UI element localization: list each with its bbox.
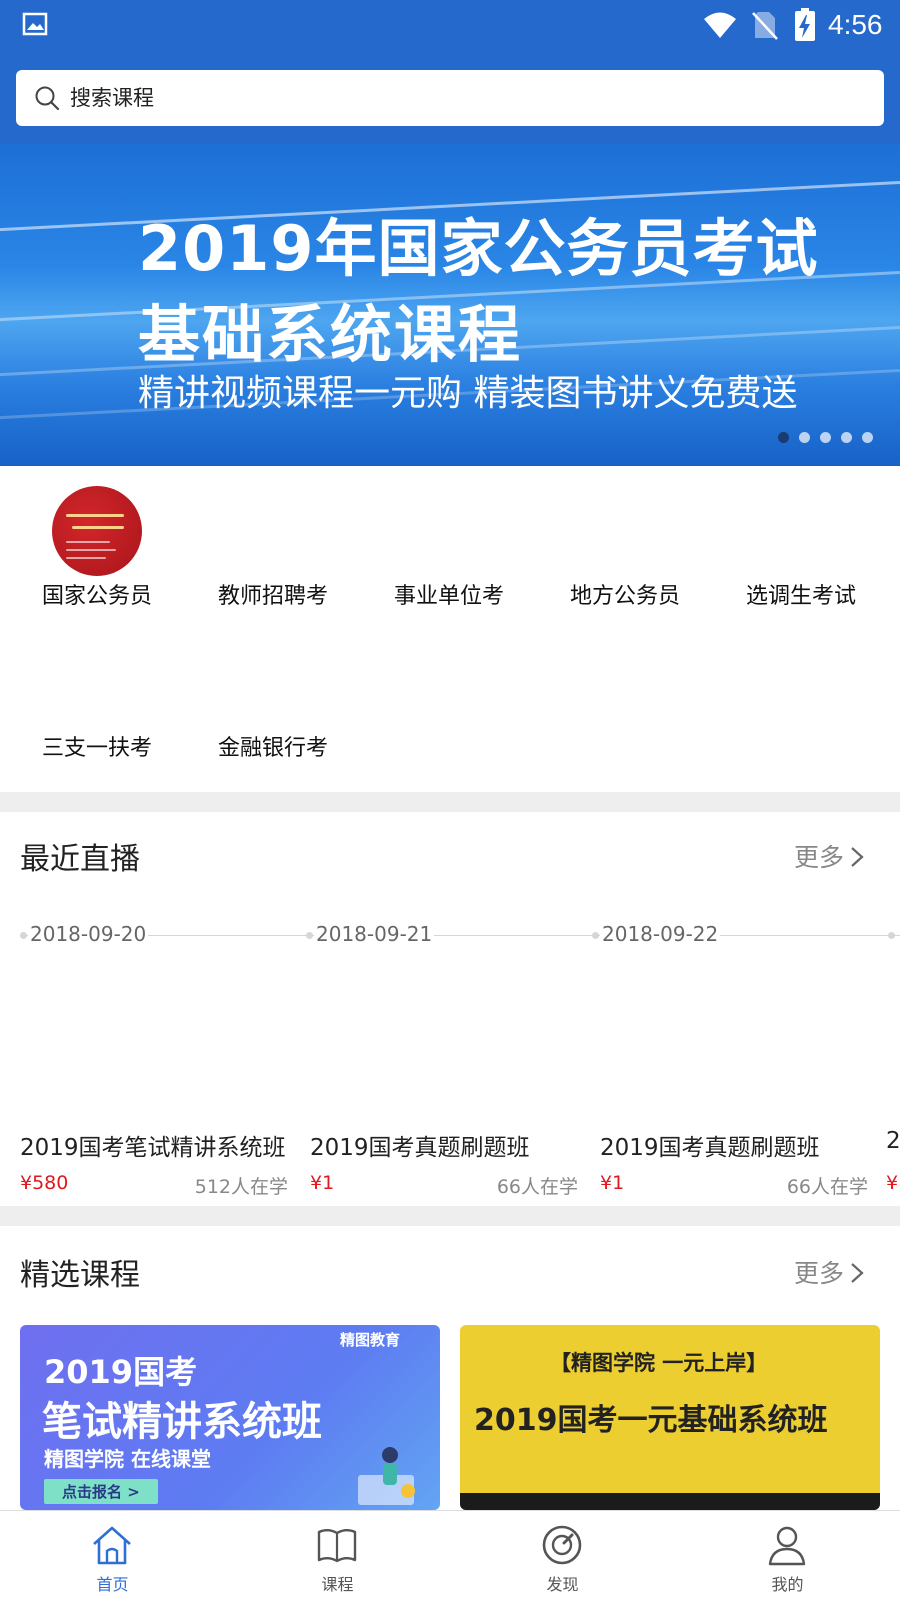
nav-profile-label: 我的 <box>771 1575 804 1594</box>
user-icon <box>768 1526 806 1566</box>
timeline-dot <box>888 932 895 939</box>
category-public-institution[interactable]: 事业单位考 <box>374 578 524 610</box>
no-sim-icon <box>752 12 778 40</box>
banner-subtitle: 精讲视频课程一元购 精装图书讲义免费送 <box>138 373 798 414</box>
more-label: 更多 <box>794 843 845 872</box>
promo-banner[interactable]: 2019年国家公务员考试 基础系统课程 精讲视频课程一元购 精装图书讲义免费送 <box>0 144 900 466</box>
live-course-title[interactable]: 2019国考笔试精讲系统班 <box>20 1128 286 1162</box>
category-teacher-recruitment[interactable]: 教师招聘考 <box>198 578 348 610</box>
category-finance-bank[interactable]: 金融银行考 <box>198 730 348 762</box>
course-banner-line3: 精图学院 在线课堂 <box>44 1447 211 1471</box>
nav-discover-label: 发现 <box>546 1575 579 1594</box>
course-banner-line2: 2019国考一元基础系统班 <box>474 1403 828 1438</box>
category-logo-image[interactable] <box>52 486 142 576</box>
banner-dot[interactable] <box>799 432 810 443</box>
section-divider <box>0 792 900 812</box>
logo-line <box>66 549 116 551</box>
category-grid: 国家公务员 教师招聘考 事业单位考 地方公务员 选调生考试 三支一扶考 金融银行… <box>0 466 900 792</box>
category-three-supports[interactable]: 三支一扶考 <box>22 730 172 762</box>
recent-live-more-button[interactable]: 更多 <box>794 838 864 874</box>
course-card-dark-strip <box>460 1493 880 1510</box>
course-banner-line1: 2019国考 <box>44 1353 198 1391</box>
logo-line <box>66 541 110 543</box>
featured-more-button[interactable]: 更多 <box>794 1254 864 1290</box>
banner-pagination <box>778 432 878 444</box>
chevron-right-icon <box>851 1263 864 1283</box>
banner-dot[interactable] <box>820 432 831 443</box>
wifi-icon <box>704 12 736 38</box>
banner-dot-active[interactable] <box>778 432 789 443</box>
search-placeholder: 搜索课程 <box>70 86 154 110</box>
live-course-learners: 66人在学 <box>786 1176 868 1198</box>
live-course-title[interactable]: 2019国考真题刷题班 <box>310 1128 530 1162</box>
book-icon <box>317 1529 357 1563</box>
nav-home[interactable]: 首页 <box>0 1511 225 1600</box>
live-course-title[interactable]: 2019国考真题刷题班 <box>600 1128 820 1162</box>
featured-course-card[interactable]: 【精图学院 一元上岸】 2019国考一元基础系统班 <box>460 1325 880 1510</box>
logo-line <box>72 526 124 529</box>
live-course-price-partial: ¥ <box>886 1172 899 1194</box>
live-course-learners: 66人在学 <box>496 1176 578 1198</box>
search-header: 搜索课程 <box>0 52 900 144</box>
home-icon <box>93 1526 131 1565</box>
banner-title-line2: 基础系统课程 <box>138 298 523 371</box>
logo-line <box>66 514 124 517</box>
timeline-dot <box>592 932 599 939</box>
logo-line <box>66 557 106 559</box>
live-timeline: 2018-09-20 2018-09-21 2018-09-22 <box>0 916 900 946</box>
status-clock: 4:56 <box>828 9 883 40</box>
live-course-price: ¥1 <box>600 1172 625 1194</box>
gallery-notification-icon <box>22 12 48 36</box>
nav-discover[interactable]: 发现 <box>450 1511 675 1600</box>
timeline-line <box>20 935 900 936</box>
course-illustration <box>358 1447 415 1505</box>
bottom-navigation: 首页 课程 发现 我的 <box>0 1510 900 1600</box>
live-date: 2018-09-21 <box>314 922 435 946</box>
discover-icon <box>542 1525 582 1565</box>
live-date: 2018-09-22 <box>600 922 721 946</box>
nav-courses-label: 课程 <box>321 1575 354 1594</box>
nav-profile[interactable]: 我的 <box>675 1511 900 1600</box>
nav-home-label: 首页 <box>96 1575 129 1594</box>
section-divider <box>0 1206 900 1226</box>
live-course-price: ¥580 <box>20 1172 69 1194</box>
featured-course-card[interactable]: 精图教育 2019国考 笔试精讲系统班 精图学院 在线课堂 点击报名 > <box>20 1325 440 1510</box>
search-icon <box>35 86 60 111</box>
banner-title-line1: 2019年国家公务员考试 <box>138 212 819 285</box>
course-banner-line1: 【精图学院 一元上岸】 <box>550 1351 768 1375</box>
course-banner-line2: 笔试精讲系统班 <box>42 1399 322 1445</box>
timeline-dot <box>20 932 27 939</box>
timeline-dot <box>306 932 313 939</box>
battery-charging-icon <box>795 8 815 41</box>
search-input[interactable]: 搜索课程 <box>16 70 884 126</box>
chevron-right-icon <box>851 847 864 867</box>
banner-dot[interactable] <box>862 432 873 443</box>
more-label: 更多 <box>794 1259 845 1288</box>
category-local-civil-servant[interactable]: 地方公务员 <box>550 578 700 610</box>
featured-courses-title: 精选课程 <box>20 1258 140 1293</box>
live-course-price: ¥1 <box>310 1172 335 1194</box>
category-national-civil-servant[interactable]: 国家公务员 <box>22 578 172 610</box>
status-bar: 4:56 <box>0 0 900 52</box>
course-cta-badge: 点击报名 > <box>44 1479 158 1504</box>
live-course-title-partial[interactable]: 2 <box>886 1128 900 1154</box>
live-date: 2018-09-20 <box>28 922 149 946</box>
course-brand: 精图教育 <box>340 1331 401 1349</box>
banner-dot[interactable] <box>841 432 852 443</box>
live-course-learners: 512人在学 <box>194 1176 288 1198</box>
nav-courses[interactable]: 课程 <box>225 1511 450 1600</box>
recent-live-title: 最近直播 <box>20 842 140 877</box>
category-selected-graduates[interactable]: 选调生考试 <box>726 578 876 610</box>
